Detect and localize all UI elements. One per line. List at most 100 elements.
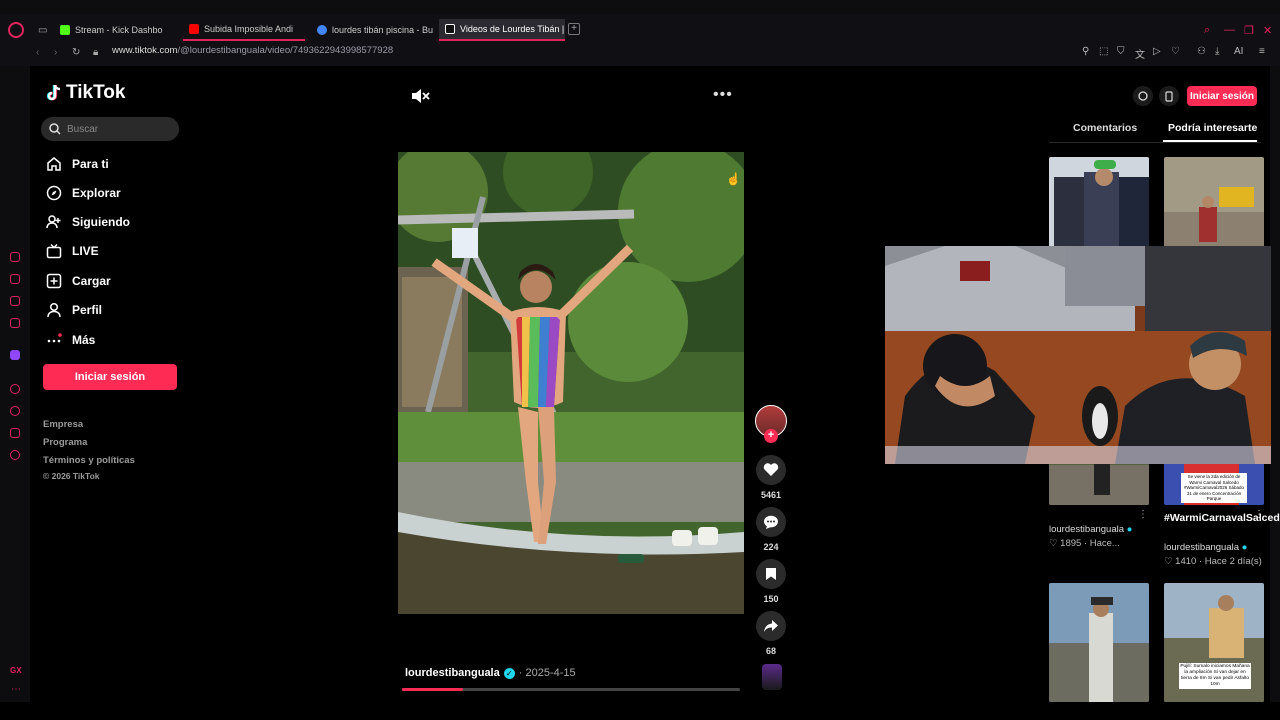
url-field[interactable]: www.tiktok.com/@lourdestibanguala/video/… xyxy=(112,44,393,58)
sidebar-chat-icon[interactable] xyxy=(10,296,20,306)
upload-icon xyxy=(46,273,62,289)
heart-icon xyxy=(763,463,779,476)
compass-icon xyxy=(46,185,62,201)
close-icon[interactable]: ✕ xyxy=(1263,24,1272,37)
suggested-title-2[interactable]: #WarmiCarnavalSalcedo2026 xyxy=(1164,511,1280,525)
sidebar-more-icon[interactable]: ⋯ xyxy=(11,684,21,695)
nav-cargar[interactable]: Cargar xyxy=(46,273,111,289)
search-tabs-icon[interactable]: ⌕ xyxy=(1204,24,1210,37)
nav-siguiendo[interactable]: Siguiendo xyxy=(46,214,130,230)
login-button-top[interactable]: Iniciar sesión xyxy=(1187,86,1257,106)
sidebar-messenger-icon[interactable] xyxy=(10,318,20,328)
ai-button[interactable]: AI xyxy=(1234,46,1243,57)
post-time: Hace... xyxy=(1089,538,1120,549)
author-name[interactable]: lourdestibanguala xyxy=(405,667,500,679)
sidebar-player-icon[interactable] xyxy=(10,384,20,394)
reload-icon[interactable]: ↻ xyxy=(72,47,80,58)
opera-logo-icon[interactable] xyxy=(8,22,24,38)
sidebar-settings-icon[interactable] xyxy=(10,450,20,460)
new-tab-button[interactable]: + xyxy=(568,23,580,35)
tab-youtube-video[interactable]: Subida Imposible Andi xyxy=(183,19,305,41)
suggested-author-2[interactable]: lourdestibanguala ● xyxy=(1164,542,1247,554)
nav-explorar[interactable]: Explorar xyxy=(46,185,121,201)
nav-perfil[interactable]: Perfil xyxy=(46,302,102,318)
more-options-icon[interactable]: ••• xyxy=(713,86,733,104)
webcam-image xyxy=(885,246,1271,464)
nav-label: Perfil xyxy=(72,303,103,317)
search-box[interactable] xyxy=(41,117,179,141)
heart-icon[interactable]: ♡ xyxy=(1171,46,1180,57)
nav-label: Para ti xyxy=(72,157,109,171)
maximize-icon[interactable]: ❐ xyxy=(1244,24,1254,37)
share-button[interactable] xyxy=(756,611,786,641)
verified-badge-icon: ● xyxy=(1126,524,1133,535)
suggested-author-1[interactable]: lourdestibanguala ● xyxy=(1049,524,1132,536)
live-icon xyxy=(46,243,62,259)
profile-icon xyxy=(46,302,62,318)
video-player[interactable] xyxy=(398,152,744,614)
suggested-thumb-5[interactable] xyxy=(1049,583,1149,702)
footer-programa[interactable]: Programa xyxy=(43,437,87,448)
footer-empresa[interactable]: Empresa xyxy=(43,419,83,430)
follow-plus-button[interactable]: + xyxy=(764,429,778,443)
sidebar-speed-icon[interactable] xyxy=(10,252,20,262)
tab-comentarios[interactable]: Comentarios xyxy=(1073,122,1137,134)
forward-icon[interactable]: › xyxy=(54,47,57,58)
google-icon xyxy=(317,25,327,35)
top-right-icons xyxy=(1133,86,1179,106)
sidebar-store-icon[interactable] xyxy=(10,274,20,284)
coins-icon[interactable] xyxy=(1133,86,1153,106)
tab-kick-dashboard[interactable]: Stream - Kick Dashbo xyxy=(54,19,176,41)
like-button[interactable] xyxy=(756,455,786,485)
share-count: 68 xyxy=(765,646,776,656)
save-count: 150 xyxy=(763,594,779,604)
device-icon[interactable] xyxy=(1159,86,1179,106)
translate-icon[interactable]: 文 xyxy=(1135,46,1145,61)
suggested-thumb-1[interactable] xyxy=(1049,157,1149,247)
sidebar-extensions-icon[interactable] xyxy=(10,428,20,438)
sidebar-history-icon[interactable] xyxy=(10,406,20,416)
nav-mas[interactable]: Más xyxy=(46,332,95,348)
more-icon xyxy=(46,332,62,348)
shield-icon[interactable]: ⛉ xyxy=(1117,46,1125,57)
more-options-icon[interactable]: ⋮ xyxy=(1138,509,1148,520)
tab-tiktok-videos[interactable]: Videos de Lourdes Tibán | xyxy=(439,19,565,41)
nav-label: Cargar xyxy=(72,274,111,288)
nav-para-ti[interactable]: Para ti xyxy=(46,156,109,172)
more-options-icon[interactable]: ⋮ xyxy=(1254,509,1264,520)
snapshot-icon[interactable]: ⬚ xyxy=(1099,46,1108,57)
browser-window: ▭ Stream - Kick Dashbo Subida Imposible … xyxy=(0,0,1280,720)
search-icon xyxy=(49,123,61,135)
logo-text: TikTok xyxy=(66,82,126,103)
save-button[interactable] xyxy=(756,559,786,589)
back-icon[interactable]: ‹ xyxy=(36,47,39,58)
nav-live[interactable]: LIVE xyxy=(46,243,99,259)
mute-icon[interactable] xyxy=(410,88,430,104)
profile-icon[interactable]: ⚇ xyxy=(1197,46,1206,57)
login-button[interactable]: Iniciar sesión xyxy=(43,364,177,390)
suggested-thumb-2[interactable] xyxy=(1164,157,1264,247)
tab-google-search[interactable]: lourdes tibán piscina - Bus xyxy=(311,19,433,41)
play-icon[interactable]: ▷ xyxy=(1153,46,1161,57)
menu-icon[interactable]: ≡ xyxy=(1259,46,1265,57)
thumb-caption: Pujilí: Sumalo iniciamos Mañana la ampli… xyxy=(1179,663,1251,689)
sidebar-twitch-icon[interactable] xyxy=(10,350,20,360)
video-progress-bar[interactable] xyxy=(402,688,740,691)
webcam-overlay xyxy=(885,246,1271,464)
suggested-thumb-6[interactable]: Pujilí: Sumalo iniciamos Mañana la ampli… xyxy=(1164,583,1264,702)
opera-sidebar: GX ⋯ xyxy=(0,66,30,720)
music-disc[interactable] xyxy=(762,664,782,690)
pin-icon[interactable]: ⚲ xyxy=(1082,46,1089,57)
tab-podria-interesarte[interactable]: Podría interesarte xyxy=(1168,122,1257,134)
tab-overview-icon[interactable]: ▭ xyxy=(32,19,50,41)
tiktok-icon xyxy=(445,24,455,34)
footer-terminos[interactable]: Términos y políticas xyxy=(43,455,135,466)
video-progress-fill xyxy=(402,688,463,691)
comment-button[interactable] xyxy=(756,507,786,537)
minimize-icon[interactable]: — xyxy=(1224,24,1235,36)
download-icon[interactable]: ⤓ xyxy=(1215,46,1219,57)
search-input[interactable] xyxy=(67,123,167,135)
tiktok-logo[interactable]: TikTok xyxy=(46,82,125,104)
nav-label: Explorar xyxy=(72,186,121,200)
post-date: · 2025-4-15 xyxy=(518,667,576,679)
